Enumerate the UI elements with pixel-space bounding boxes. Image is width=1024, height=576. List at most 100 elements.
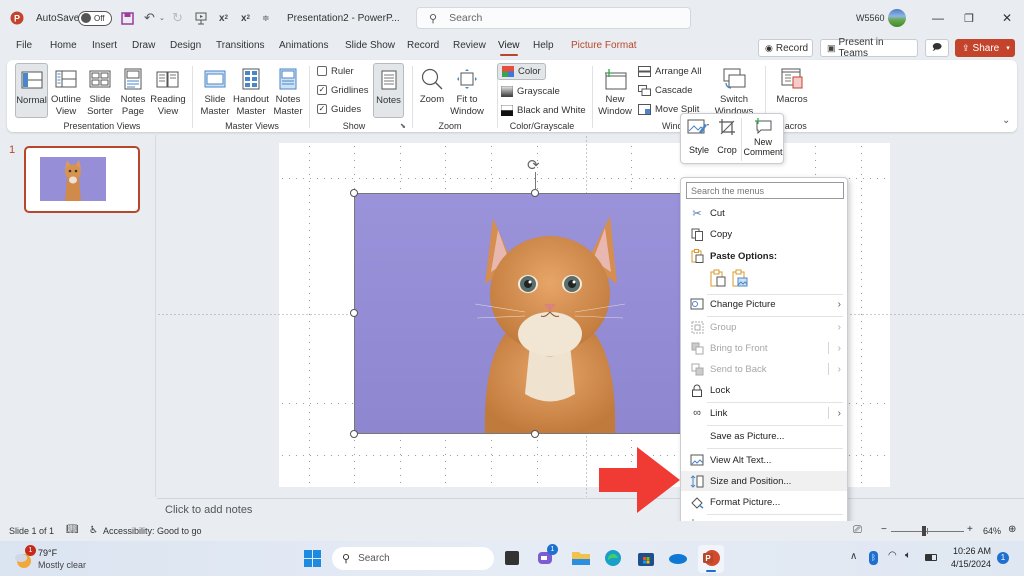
zoom-out-button[interactable]: − (881, 524, 887, 535)
tab-design[interactable]: Design (170, 40, 201, 51)
rotate-handle-icon[interactable]: ⟳ (527, 158, 540, 173)
tab-view[interactable]: View (498, 40, 520, 56)
slide-thumbnail[interactable] (24, 146, 140, 213)
resize-handle-bottom-left[interactable] (350, 430, 358, 438)
undo-icon[interactable]: ↶ (144, 0, 155, 36)
arrange-all-button[interactable]: Arrange All (638, 63, 701, 79)
new-comment-button[interactable]: New Comment (743, 118, 783, 157)
notes-page-button[interactable]: Notes Page (119, 63, 147, 117)
bluetooth-icon[interactable]: ᛒ (869, 551, 878, 565)
accessibility-icon[interactable]: ♿︎ (89, 525, 98, 536)
onedrive-icon[interactable] (668, 552, 688, 567)
customize-qat-icon[interactable]: ≑ (262, 0, 270, 36)
paste-as-picture-icon[interactable] (732, 269, 748, 290)
paste-keep-formatting-icon[interactable] (710, 269, 726, 290)
zoom-percentage[interactable]: 64% (983, 526, 1001, 536)
menu-item-copy[interactable]: Copy (681, 224, 847, 244)
crop-button[interactable]: Crop (715, 118, 739, 155)
color-button[interactable]: Color (497, 63, 546, 80)
wifi-icon[interactable]: ◠ (888, 550, 897, 561)
powerpoint-taskbar-button[interactable]: P (698, 545, 724, 573)
macros-button[interactable]: Macros (772, 63, 812, 106)
new-window-button[interactable]: New Window (597, 63, 633, 117)
submenu-chevron-icon[interactable]: › (838, 364, 841, 375)
autosave-toggle[interactable]: Off (78, 0, 112, 36)
tab-picture-format[interactable]: Picture Format (571, 40, 637, 51)
submenu-chevron-icon[interactable]: › (838, 408, 841, 419)
present-from-start-icon[interactable] (195, 0, 207, 36)
menu-item-cut[interactable]: ✂ Cut (681, 203, 847, 223)
zoom-slider-thumb[interactable] (921, 526, 926, 536)
fit-to-window-button[interactable]: Fit to Window (449, 63, 485, 117)
subscript-icon[interactable]: x2 (219, 0, 228, 36)
menu-item-format-picture[interactable]: Format Picture... (681, 492, 847, 512)
tab-slide-show[interactable]: Slide Show (345, 40, 395, 51)
guides-checkbox[interactable]: ✓ Guides (317, 101, 361, 117)
present-in-teams-button[interactable]: ▣ Present in Teams (820, 37, 918, 59)
user-avatar[interactable] (888, 0, 906, 36)
tab-transitions[interactable]: Transitions (216, 40, 265, 51)
restore-button[interactable]: ❐ (964, 0, 974, 36)
notification-badge[interactable]: 1 (997, 552, 1009, 564)
fit-slide-icon[interactable]: ⊕ (1008, 524, 1016, 535)
zoom-in-button[interactable]: + (967, 524, 973, 535)
resize-handle-top[interactable] (531, 189, 539, 197)
undo-dropdown-icon[interactable]: ⌄ (159, 0, 165, 36)
normal-view-button[interactable]: Normal (15, 63, 48, 118)
search-box[interactable]: ⚲ Search (416, 7, 691, 29)
outline-view-button[interactable]: Outline View (50, 63, 82, 117)
tab-review[interactable]: Review (453, 40, 486, 51)
gridlines-checkbox[interactable]: ✓ Gridlines (317, 82, 369, 98)
notes-toggle-button[interactable]: Notes (373, 63, 404, 118)
slide-master-button[interactable]: Slide Master (199, 63, 231, 117)
menu-item-size-and-position[interactable]: Size and Position... (681, 471, 847, 491)
black-and-white-button[interactable]: Black and White (501, 102, 586, 118)
menu-item-group[interactable]: Group › (681, 317, 847, 337)
tab-draw[interactable]: Draw (132, 40, 155, 51)
submenu-chevron-icon[interactable]: › (838, 343, 841, 354)
show-hidden-icons-button[interactable]: ∧ (850, 551, 857, 562)
microsoft-store-icon[interactable] (637, 549, 655, 570)
cascade-button[interactable]: Cascade (638, 82, 693, 98)
tab-file[interactable]: File (16, 40, 32, 51)
file-explorer-icon[interactable] (572, 550, 590, 569)
battery-icon[interactable] (925, 554, 937, 561)
tab-insert[interactable]: Insert (92, 40, 117, 51)
collapse-ribbon-icon[interactable]: ⌄ (1002, 115, 1010, 126)
presenter-view-icon[interactable]: ⎚ (853, 524, 862, 537)
style-button[interactable]: Style (685, 118, 713, 155)
spelling-check-icon[interactable]: 📖︎ (66, 524, 79, 535)
show-dialog-launcher-icon[interactable]: ⬊ (400, 122, 406, 130)
menu-item-bring-to-front[interactable]: Bring to Front › (681, 338, 847, 358)
clock-date[interactable]: 4/15/2024 (946, 559, 991, 569)
minimize-button[interactable]: — (932, 0, 944, 36)
teams-chat-icon[interactable]: 1 (537, 544, 558, 570)
volume-icon[interactable]: 🔈︎ (905, 550, 911, 561)
share-dropdown-icon[interactable]: ▾ (1006, 44, 1010, 52)
edge-browser-icon[interactable] (604, 549, 622, 570)
grayscale-button[interactable]: Grayscale (501, 83, 560, 99)
menu-item-change-picture[interactable]: Change Picture › (681, 294, 847, 314)
ruler-checkbox[interactable]: Ruler (317, 63, 354, 79)
tab-record[interactable]: Record (407, 40, 439, 51)
start-button[interactable] (304, 550, 321, 570)
reading-view-button[interactable]: Reading View (150, 63, 186, 117)
menu-item-send-to-back[interactable]: Send to Back › (681, 359, 847, 379)
handout-master-button[interactable]: Handout Master (233, 63, 269, 117)
task-view-icon[interactable] (505, 551, 519, 565)
menu-item-view-alt-text[interactable]: View Alt Text... (681, 450, 847, 470)
superscript-icon[interactable]: x2 (241, 0, 250, 36)
redo-icon[interactable]: ↻ (172, 0, 183, 36)
notes-master-button[interactable]: Notes Master (272, 63, 304, 117)
record-button[interactable]: ◉ Record (758, 39, 813, 57)
share-button[interactable]: ⇪ Share ▾ (955, 39, 1015, 57)
menu-search-input[interactable]: Search the menus (686, 182, 844, 199)
resize-handle-bottom[interactable] (531, 430, 539, 438)
slide-sorter-button[interactable]: Slide Sorter (85, 63, 115, 117)
user-name[interactable]: W5560 (856, 0, 885, 36)
menu-item-link[interactable]: ∞ Link › (681, 403, 847, 423)
comments-button[interactable]: 🗩 (925, 39, 949, 57)
accessibility-status[interactable]: Accessibility: Good to go (103, 526, 202, 536)
save-icon[interactable] (121, 0, 134, 36)
notes-pane[interactable]: Click to add notes (157, 498, 1024, 520)
